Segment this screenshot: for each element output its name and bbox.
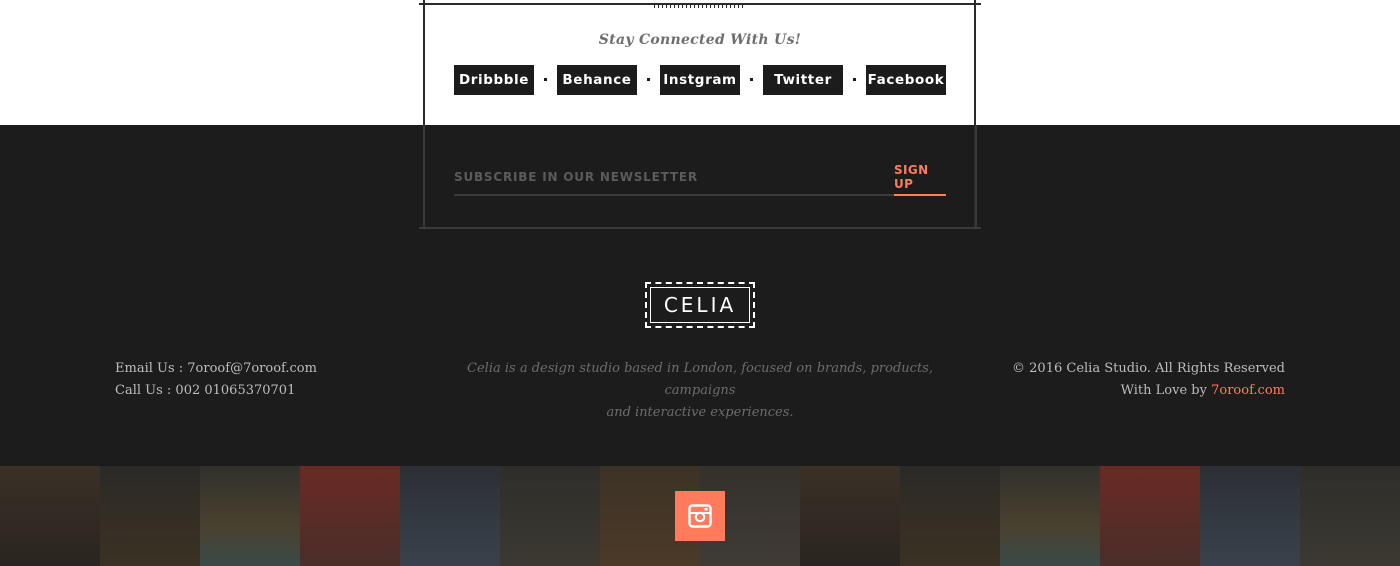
instagram-icon bbox=[688, 504, 712, 528]
instagram-photo[interactable] bbox=[1300, 466, 1400, 566]
credit-link[interactable]: 7oroof.com bbox=[1211, 383, 1285, 398]
twitter-link[interactable]: Twitter bbox=[763, 65, 843, 95]
copyright-text: © 2016 Celia Studio. All Rights Reserved bbox=[1012, 361, 1285, 376]
facebook-link[interactable]: Facebook bbox=[866, 65, 946, 95]
newsletter-email-input[interactable] bbox=[454, 160, 894, 196]
stay-connected-heading: Stay Connected With Us! bbox=[598, 32, 802, 48]
separator-dot bbox=[647, 78, 650, 81]
frame-ticks-decoration bbox=[654, 3, 746, 8]
behance-link[interactable]: Behance bbox=[557, 65, 637, 95]
instagram-button[interactable] bbox=[675, 491, 725, 541]
description-line-1: Celia is a design studio based in London… bbox=[467, 361, 933, 398]
sign-up-button[interactable]: SIGN UP bbox=[894, 160, 946, 196]
email-line: Email Us : 7oroof@7oroof.com bbox=[115, 361, 317, 376]
dribbble-link[interactable]: Dribbble bbox=[454, 65, 534, 95]
instagram-photo[interactable] bbox=[1100, 466, 1200, 566]
separator-dot bbox=[853, 78, 856, 81]
separator-dot bbox=[544, 78, 547, 81]
instagram-photo[interactable] bbox=[0, 466, 100, 566]
instagram-photo[interactable] bbox=[1000, 466, 1100, 566]
frame-right-border-dark bbox=[975, 125, 977, 229]
contact-info: Email Us : 7oroof@7oroof.com Call Us : 0… bbox=[115, 358, 317, 402]
instagram-photo[interactable] bbox=[100, 466, 200, 566]
instagram-photo[interactable] bbox=[800, 466, 900, 566]
copyright-block: © 2016 Celia Studio. All Rights Reserved… bbox=[1012, 358, 1285, 402]
instagram-photo[interactable] bbox=[400, 466, 500, 566]
instagram-photo[interactable] bbox=[500, 466, 600, 566]
credit-prefix: With Love by bbox=[1120, 383, 1207, 398]
separator-dot bbox=[750, 78, 753, 81]
credit-line: With Love by 7oroof.com bbox=[1012, 380, 1285, 402]
instagram-photo[interactable] bbox=[300, 466, 400, 566]
description-line-2: and interactive experiences. bbox=[606, 405, 794, 420]
instagram-link[interactable]: Instgram bbox=[660, 65, 740, 95]
studio-description: Celia is a design studio based in London… bbox=[440, 358, 960, 424]
instagram-photo[interactable] bbox=[200, 466, 300, 566]
frame-bottom-border bbox=[419, 227, 981, 229]
celia-logo[interactable]: CELIA bbox=[645, 282, 755, 328]
phone-line: Call Us : 002 01065370701 bbox=[115, 383, 296, 398]
instagram-photo[interactable] bbox=[900, 466, 1000, 566]
frame-left-border-dark bbox=[423, 125, 425, 229]
instagram-photo[interactable] bbox=[1200, 466, 1300, 566]
